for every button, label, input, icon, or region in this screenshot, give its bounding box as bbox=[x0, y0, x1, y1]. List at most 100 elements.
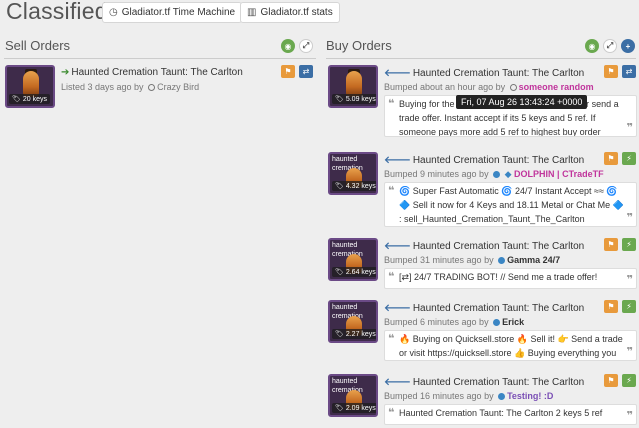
item-title[interactable]: 🡐 Haunted Cremation Taunt: The Carlton bbox=[384, 302, 584, 314]
item-meta: Bumped 16 minutes ago by Testing! :D bbox=[384, 391, 553, 401]
user-link[interactable]: Testing! :D bbox=[507, 391, 553, 401]
arrow-left-icon: 🡐 bbox=[384, 155, 411, 166]
price-tag: 🏷 2.64 keys bbox=[332, 267, 376, 277]
flag-icon: ⚑ bbox=[284, 67, 292, 76]
quote-open-icon: ❝ bbox=[388, 98, 395, 110]
item-title[interactable]: 🡐 Haunted Cremation Taunt: The Carlton bbox=[384, 240, 584, 252]
plus-icon: + bbox=[625, 41, 631, 51]
flag-icon: ⚑ bbox=[607, 302, 615, 311]
price-label: 4.32 keys bbox=[345, 183, 376, 190]
time-machine-button[interactable]: ◷ Gladiator.tf Time Machine bbox=[102, 2, 243, 23]
listing-comment: ❝ [⇄] 24/7 TRADING BOT! // Send me a tra… bbox=[384, 268, 637, 289]
buy-divider bbox=[326, 58, 636, 59]
instant-button[interactable]: ⚡ bbox=[622, 152, 636, 165]
instant-button[interactable]: ⚡ bbox=[622, 374, 636, 387]
user-link[interactable]: DOLPHIN | CTradeTF bbox=[514, 169, 604, 179]
instant-button[interactable]: ⚡ bbox=[622, 300, 636, 313]
expand-icon: ⤢ bbox=[606, 41, 614, 50]
price-label: 2.64 keys bbox=[345, 269, 376, 276]
quote-open-icon: ❝ bbox=[388, 271, 395, 283]
trade-button[interactable]: ⇄ bbox=[299, 65, 313, 78]
quote-open-icon: ❝ bbox=[388, 333, 395, 345]
item-thumbnail[interactable]: haunted cremation 🏷 2.09 keys bbox=[328, 374, 378, 417]
item-title[interactable]: ➔ Haunted Cremation Taunt: The Carlton bbox=[61, 67, 243, 78]
comment-text: Haunted Cremation Taunt: The Carlton 2 k… bbox=[399, 408, 603, 418]
comment-text: [⇄] 24/7 TRADING BOT! // Send me a trade… bbox=[399, 272, 598, 282]
item-title[interactable]: 🡐 Haunted Cremation Taunt: The Carlton bbox=[384, 376, 584, 388]
timestamp-tooltip: Fri, 07 Aug 26 13:43:24 +0000 bbox=[456, 95, 588, 109]
item-thumbnail[interactable]: haunted cremation 🏷 2.27 keys bbox=[328, 300, 378, 343]
meta-text: Bumped 31 minutes ago by bbox=[384, 255, 494, 265]
price-tag: 🏷 2.27 keys bbox=[332, 329, 376, 339]
trade-button[interactable]: ⇄ bbox=[622, 65, 636, 78]
instant-button[interactable]: ⚡ bbox=[622, 238, 636, 251]
expand-icon: ⤢ bbox=[302, 41, 310, 50]
top-bar: Classifieds ◷ Gladiator.tf Time Machine … bbox=[0, 0, 639, 25]
item-thumbnail[interactable]: 🏷 5.09 keys bbox=[328, 65, 378, 108]
price-label: 2.27 keys bbox=[345, 331, 376, 338]
status-dot bbox=[493, 319, 501, 326]
sell-eye-button[interactable]: ◉ bbox=[281, 39, 295, 53]
item-meta: Bumped 31 minutes ago by Gamma 24/7 bbox=[384, 255, 560, 265]
flag-icon: ⚑ bbox=[607, 67, 615, 76]
flag-button[interactable]: ⚑ bbox=[604, 152, 618, 165]
status-dot bbox=[493, 171, 501, 178]
stats-label: Gladiator.tf stats bbox=[260, 7, 333, 18]
stats-button[interactable]: ▥ Gladiator.tf stats bbox=[240, 2, 340, 23]
item-meta: Bumped 6 minutes ago by Erick bbox=[384, 317, 524, 327]
buy-expand-button[interactable]: ⤢ bbox=[603, 39, 617, 53]
status-dot bbox=[498, 393, 506, 400]
clock-icon: ◷ bbox=[109, 7, 118, 18]
item-thumbnail[interactable]: haunted cremation 🏷 2.64 keys bbox=[328, 238, 378, 281]
bar-chart-icon: ▥ bbox=[247, 7, 257, 18]
quote-close-icon: ❞ bbox=[626, 122, 633, 134]
price-label: 5.09 keys bbox=[345, 96, 376, 103]
flag-button[interactable]: ⚑ bbox=[604, 374, 618, 387]
sell-expand-button[interactable]: ⤢ bbox=[299, 39, 313, 53]
meta-text: Bumped 9 minutes ago by bbox=[384, 169, 489, 179]
quote-close-icon: ❞ bbox=[626, 346, 633, 358]
item-thumbnail[interactable]: haunted cremation 🏷 4.32 keys bbox=[328, 152, 378, 195]
swap-icon: ⇄ bbox=[625, 67, 633, 76]
item-title[interactable]: 🡐 Haunted Cremation Taunt: The Carlton bbox=[384, 67, 584, 79]
user-link[interactable]: Erick bbox=[502, 317, 524, 327]
arrow-left-icon: 🡐 bbox=[384, 303, 411, 314]
quote-close-icon: ❞ bbox=[626, 212, 633, 224]
item-title[interactable]: 🡐 Haunted Cremation Taunt: The Carlton bbox=[384, 154, 584, 166]
flag-icon: ⚑ bbox=[607, 376, 615, 385]
user-link[interactable]: Crazy Bird bbox=[157, 82, 199, 92]
price-label: 2.09 keys bbox=[345, 405, 376, 412]
status-dot bbox=[509, 84, 517, 91]
item-name: Haunted Cremation Taunt: The Carlton bbox=[412, 377, 585, 388]
meta-text: Bumped 16 minutes ago by bbox=[384, 391, 494, 401]
flag-button[interactable]: ⚑ bbox=[604, 238, 618, 251]
listing-comment: ❝ 🌀 Super Fast Automatic 🌀 24/7 Instant … bbox=[384, 182, 637, 227]
flag-button[interactable]: ⚑ bbox=[604, 65, 618, 78]
price-tag: 🏷 5.09 keys bbox=[332, 94, 376, 104]
flag-button[interactable]: ⚑ bbox=[604, 300, 618, 313]
flag-icon: ⚑ bbox=[607, 154, 615, 163]
quote-close-icon: ❞ bbox=[626, 410, 633, 422]
user-link[interactable]: Gamma 24/7 bbox=[507, 255, 560, 265]
comment-text: 🔥 Buying on Quicksell.store 🔥 Sell it! 👉… bbox=[399, 334, 623, 358]
bolt-icon: ⚡ bbox=[626, 240, 632, 249]
bolt-icon: ⚡ bbox=[626, 302, 632, 311]
listing-comment: ❝ 🔥 Buying on Quicksell.store 🔥 Sell it!… bbox=[384, 330, 637, 361]
item-meta: Bumped 9 minutes ago by ◆ DOLPHIN | CTra… bbox=[384, 169, 604, 180]
buy-orders-title: Buy Orders bbox=[326, 38, 392, 53]
user-link[interactable]: someone random bbox=[519, 82, 594, 92]
price-tag: 🏷 2.09 keys bbox=[332, 403, 376, 413]
flag-button[interactable]: ⚑ bbox=[281, 65, 295, 78]
item-name: Haunted Cremation Taunt: The Carlton bbox=[412, 68, 585, 79]
item-name: Haunted Cremation Taunt: The Carlton bbox=[412, 241, 585, 252]
sell-divider bbox=[4, 58, 316, 59]
quote-open-icon: ❝ bbox=[388, 407, 395, 419]
item-name: Haunted Cremation Taunt: The Carlton bbox=[412, 155, 585, 166]
sell-orders-title: Sell Orders bbox=[5, 38, 71, 53]
arrow-right-icon: ➔ bbox=[61, 67, 70, 78]
buy-add-button[interactable]: + bbox=[621, 39, 635, 53]
price-tag: 🏷 20 keys bbox=[9, 94, 50, 104]
comment-text: 🌀 Super Fast Automatic 🌀 24/7 Instant Ac… bbox=[399, 186, 624, 224]
buy-eye-button[interactable]: ◉ bbox=[585, 39, 599, 53]
item-thumbnail[interactable]: 🏷 20 keys bbox=[5, 65, 55, 108]
